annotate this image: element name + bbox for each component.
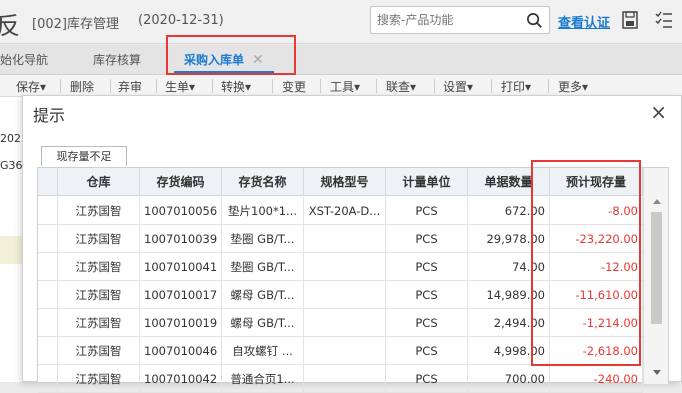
toolbar-divider xyxy=(60,79,61,93)
save-icon[interactable] xyxy=(622,11,638,29)
row-cut-cell xyxy=(38,253,58,281)
spec-cell xyxy=(304,337,386,365)
unapprove-button[interactable]: 弃审 xyxy=(118,78,142,95)
login-date: (2020-12-31) xyxy=(138,13,224,28)
toolbar-divider xyxy=(491,79,492,93)
row-cut-cell xyxy=(38,197,58,225)
toolbar-divider xyxy=(434,79,435,93)
tab-insufficient-stock[interactable]: 现存量不足 xyxy=(41,146,127,166)
background-selected-row xyxy=(0,236,22,264)
tab-init-nav[interactable]: 始化导航 xyxy=(0,45,48,75)
spec-cell xyxy=(304,281,386,309)
checklist-icon[interactable] xyxy=(655,11,673,29)
highlight-box-projected-stock xyxy=(531,160,641,366)
background-cell: 202 xyxy=(0,132,21,145)
projected-stock-cell: -240.00 xyxy=(550,365,643,393)
table-row[interactable]: 江苏国智 1007010042 普通合页1... PCS 700.00 -240… xyxy=(38,365,643,393)
tools-menu-button[interactable]: 工具▾ xyxy=(330,78,360,95)
toolbar-divider xyxy=(110,79,111,93)
toolbar-divider xyxy=(376,79,377,93)
spec-cell xyxy=(304,253,386,281)
row-cut-cell xyxy=(38,281,58,309)
row-cut-cell xyxy=(38,309,58,337)
name-cell: 垫圈 GB/T... xyxy=(222,225,304,253)
code-cell: 1007010046 xyxy=(140,337,222,365)
toolbar: 保存▾ 删除 弃审 生单▾ 转换▾ 变更 工具▾ 联查▾ 设置▾ 打印▾ 更多▾ xyxy=(0,75,682,97)
name-cell: 螺母 GB/T... xyxy=(222,309,304,337)
name-cell: 普通合页1... xyxy=(222,365,304,393)
highlight-box-tab xyxy=(166,35,296,75)
column-header-unit[interactable]: 计量单位 xyxy=(386,168,468,196)
unit-cell: PCS xyxy=(386,281,468,309)
quantity-cell: 700.00 xyxy=(468,365,550,393)
vertical-scrollbar[interactable] xyxy=(643,168,668,384)
spec-cell xyxy=(304,365,386,393)
scroll-down-arrow-icon[interactable] xyxy=(653,370,661,375)
search-box[interactable] xyxy=(370,6,550,34)
name-cell: 垫片100*1... xyxy=(222,197,304,225)
background-cell: G36 xyxy=(0,159,23,172)
toolbar-divider xyxy=(548,79,549,93)
generate-doc-menu-button[interactable]: 生单▾ xyxy=(165,78,195,95)
dialog-title: 提示 xyxy=(33,106,66,125)
warehouse-cell: 江苏国智 xyxy=(58,197,140,225)
close-icon[interactable]: × xyxy=(650,100,667,124)
column-header-name[interactable]: 存货名称 xyxy=(222,168,304,196)
convert-menu-button[interactable]: 转换▾ xyxy=(221,78,251,95)
change-button[interactable]: 变更 xyxy=(282,78,306,95)
name-cell: 螺母 GB/T... xyxy=(222,281,304,309)
warehouse-cell: 江苏国智 xyxy=(58,309,140,337)
name-cell: 自攻螺钉 ... xyxy=(222,337,304,365)
name-cell: 垫圈 GB/T... xyxy=(222,253,304,281)
column-header-warehouse[interactable]: 仓库 xyxy=(58,168,140,196)
code-cell: 1007010056 xyxy=(140,197,222,225)
row-cut-cell xyxy=(38,365,58,393)
spec-cell xyxy=(304,225,386,253)
code-cell: 1007010019 xyxy=(140,309,222,337)
more-menu-button[interactable]: 更多▾ xyxy=(558,78,588,95)
settings-menu-button[interactable]: 设置▾ xyxy=(443,78,473,95)
row-cut-cell xyxy=(38,225,58,253)
code-cell: 1007010042 xyxy=(140,365,222,393)
linked-query-menu-button[interactable]: 联查▾ xyxy=(386,78,416,95)
view-certification-link[interactable]: 查看认证 xyxy=(558,12,610,31)
row-cut-cell xyxy=(38,337,58,365)
spec-cell xyxy=(304,309,386,337)
account-name: [002]库存管理 xyxy=(32,17,119,32)
warehouse-cell: 江苏国智 xyxy=(58,281,140,309)
unit-cell: PCS xyxy=(386,337,468,365)
save-menu-button[interactable]: 保存▾ xyxy=(16,78,46,95)
top-bar: 反 [002]库存管理 (2020-12-31) 查看认证 xyxy=(0,0,682,44)
code-cell: 1007010041 xyxy=(140,253,222,281)
column-header-code[interactable]: 存货编码 xyxy=(140,168,222,196)
toolbar-divider xyxy=(212,79,213,93)
unit-cell: PCS xyxy=(386,253,468,281)
print-menu-button[interactable]: 打印▾ xyxy=(501,78,531,95)
column-header-spec[interactable]: 规格型号 xyxy=(304,168,386,196)
unit-cell: PCS xyxy=(386,197,468,225)
unit-cell: PCS xyxy=(386,309,468,337)
warehouse-cell: 江苏国智 xyxy=(58,365,140,393)
warehouse-cell: 江苏国智 xyxy=(58,225,140,253)
toolbar-divider xyxy=(320,79,321,93)
code-cell: 1007010039 xyxy=(140,225,222,253)
code-cell: 1007010017 xyxy=(140,281,222,309)
unit-cell: PCS xyxy=(386,225,468,253)
spec-cell: XST-20A-D... xyxy=(304,197,386,225)
app-title-fragment: 反 xyxy=(0,12,20,40)
tab-inventory-accounting[interactable]: 库存核算 xyxy=(93,45,141,75)
toolbar-divider xyxy=(272,79,273,93)
scrollbar-thumb[interactable] xyxy=(651,212,662,324)
warehouse-cell: 江苏国智 xyxy=(58,253,140,281)
search-input[interactable] xyxy=(377,11,517,29)
search-icon[interactable] xyxy=(526,12,543,29)
column-header-cut xyxy=(38,168,58,196)
unit-cell: PCS xyxy=(386,365,468,393)
delete-button[interactable]: 删除 xyxy=(70,78,94,95)
scroll-up-arrow-icon[interactable] xyxy=(653,199,661,204)
toolbar-divider xyxy=(156,79,157,93)
document-tab-bar: 始化导航 库存核算 采购入库单 ✕ xyxy=(0,45,682,75)
warehouse-cell: 江苏国智 xyxy=(58,337,140,365)
